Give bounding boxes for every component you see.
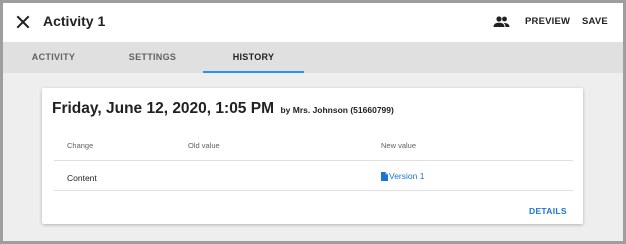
preview-button[interactable]: PREVIEW <box>525 16 570 27</box>
people-icon[interactable] <box>493 14 510 30</box>
column-header-change: Change <box>67 141 94 150</box>
history-card: Friday, June 12, 2020, 1:05 PM by Mrs. J… <box>42 88 583 224</box>
close-icon[interactable] <box>15 14 31 30</box>
save-button[interactable]: SAVE <box>582 16 608 27</box>
page-title: Activity 1 <box>43 13 106 29</box>
header-divider <box>54 160 573 161</box>
history-heading: Friday, June 12, 2020, 1:05 PM by Mrs. J… <box>52 100 394 118</box>
column-header-old-value: Old value <box>188 141 220 150</box>
version-link[interactable]: Version 1 <box>381 171 424 181</box>
top-bar: Activity 1 PREVIEW SAVE <box>3 3 623 42</box>
details-button[interactable]: DETAILS <box>529 206 567 216</box>
active-tab-indicator <box>203 71 304 73</box>
tab-activity[interactable]: ACTIVITY <box>3 42 104 73</box>
tab-bar: ACTIVITY SETTINGS HISTORY <box>3 42 623 73</box>
change-cell: Content <box>67 173 97 183</box>
history-author: by Mrs. Johnson (51660799) <box>280 105 394 115</box>
version-link-label: Version 1 <box>389 171 425 181</box>
document-icon <box>381 171 388 181</box>
history-date: Friday, June 12, 2020, 1:05 PM <box>52 100 274 117</box>
column-header-new-value: New value <box>381 141 417 150</box>
row-divider <box>54 190 573 191</box>
tab-settings[interactable]: SETTINGS <box>102 42 203 73</box>
tab-history[interactable]: HISTORY <box>203 42 304 73</box>
app-window: Activity 1 PREVIEW SAVE ACTIVITY SETTING… <box>3 3 623 241</box>
